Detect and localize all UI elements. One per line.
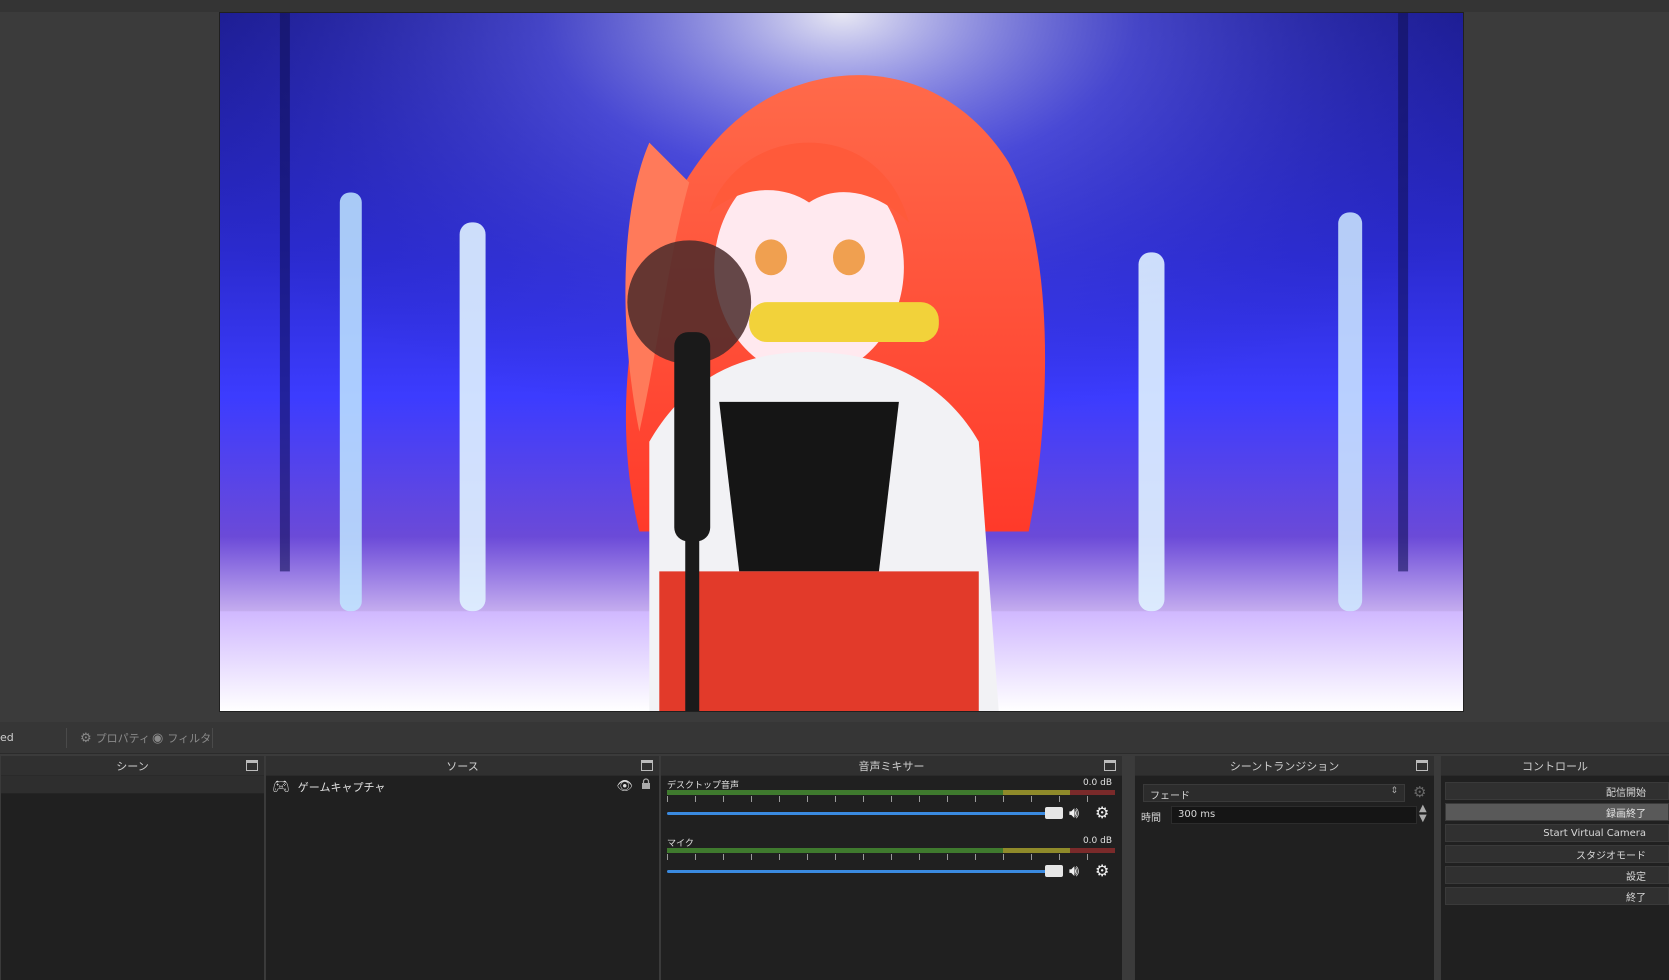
scenes-dock-title: シーン: [1, 756, 264, 776]
visibility-eye-icon[interactable]: 👁︎: [616, 779, 633, 794]
scenes-title-text: シーン: [116, 759, 149, 773]
toolbar-divider: [66, 728, 67, 748]
button-label: 録画終了: [1606, 808, 1646, 820]
controls-title-text: コントロール: [1522, 759, 1588, 773]
properties-button[interactable]: ⚙ プロパティ: [76, 728, 154, 748]
mixer-dock-title: 音声ミキサー: [661, 756, 1122, 776]
controls-dock-title: コントロール: [1441, 756, 1669, 776]
sources-title-text: ソース: [446, 759, 479, 773]
duration-field[interactable]: 300 ms: [1171, 806, 1417, 824]
undock-icon[interactable]: [246, 760, 258, 771]
button-label: 終了: [1626, 892, 1646, 904]
volume-fader-track[interactable]: [667, 812, 1059, 815]
gear-icon[interactable]: ⚙: [1095, 803, 1109, 822]
mixer-track-mic: マイク 0.0 dB 🔊︎ ⚙: [661, 834, 1122, 892]
mixer-title-text: 音声ミキサー: [858, 759, 925, 773]
button-label: スタジオモード: [1576, 850, 1646, 862]
volume-meter: [667, 848, 1115, 853]
toolbar-divider: [212, 728, 213, 748]
controls-dock: コントロール 配信開始 録画終了 Start Virtual Camera スタ…: [1440, 756, 1669, 980]
track-db: 0.0 dB: [1082, 778, 1112, 788]
lock-icon[interactable]: [641, 778, 651, 790]
transition-select[interactable]: フェード ⇕: [1143, 784, 1405, 802]
gear-icon[interactable]: ⚙: [1413, 783, 1426, 801]
undock-icon[interactable]: [1104, 760, 1116, 771]
duration-label: 時間: [1141, 813, 1161, 824]
source-item[interactable]: 🎮︎ ゲームキャプチャ 👁︎: [266, 776, 659, 798]
sources-dock: ソース 🎮︎ ゲームキャプチャ 👁︎: [265, 756, 659, 980]
scenes-dock: シーン: [0, 756, 264, 980]
undock-icon[interactable]: [641, 760, 653, 771]
transitions-dock-title: シーントランジション: [1135, 756, 1434, 776]
volume-fader-handle[interactable]: [1045, 865, 1063, 877]
studio-mode-button[interactable]: スタジオモード: [1445, 845, 1669, 863]
start-virtual-camera-button[interactable]: Start Virtual Camera: [1445, 824, 1669, 842]
speaker-icon[interactable]: 🔊︎: [1069, 861, 1079, 881]
filter-icon: ◉: [152, 730, 164, 746]
transitions-title-text: シーントランジション: [1229, 759, 1340, 773]
volume-fader-track[interactable]: [667, 870, 1059, 873]
gamepad-icon: 🎮︎: [272, 779, 290, 795]
undock-icon[interactable]: [1416, 760, 1428, 771]
properties-label: プロパティ: [95, 732, 150, 745]
chevron-updown-icon: ⇕: [1390, 786, 1398, 796]
filters-label: フィルタ: [167, 732, 212, 745]
duration-value: 300 ms: [1178, 809, 1216, 820]
current-scene-name: ed: [0, 731, 14, 744]
meter-ticks: [667, 796, 1115, 802]
start-streaming-button[interactable]: 配信開始: [1445, 782, 1669, 800]
stop-recording-button[interactable]: 録画終了: [1445, 803, 1669, 821]
meter-ticks: [667, 854, 1115, 860]
button-label: Start Virtual Camera: [1543, 827, 1646, 839]
filters-button[interactable]: ◉ フィルタ: [148, 728, 215, 748]
volume-meter: [667, 790, 1115, 795]
scene-toolbar: ed ⚙ プロパティ ◉ フィルタ: [0, 722, 1669, 754]
volume-fader-handle[interactable]: [1045, 807, 1063, 819]
gear-icon: ⚙: [80, 730, 92, 746]
gear-icon[interactable]: ⚙: [1095, 861, 1109, 880]
button-label: 配信開始: [1606, 787, 1646, 799]
preview-canvas[interactable]: [219, 12, 1464, 712]
scene-transitions-dock: シーントランジション フェード ⇕ ⚙ 時間 300 ms ▲ ▼: [1134, 756, 1434, 980]
track-db: 0.0 dB: [1082, 836, 1112, 846]
exit-button[interactable]: 終了: [1445, 887, 1669, 905]
speaker-icon[interactable]: 🔊︎: [1069, 803, 1079, 823]
top-strip: [0, 0, 1669, 12]
button-label: 設定: [1626, 871, 1646, 883]
scene-list-item[interactable]: [1, 776, 264, 794]
audio-mixer-dock: 音声ミキサー デスクトップ音声 0.0 dB 🔊︎ ⚙ マイク 0.0 dB 🔊…: [660, 756, 1122, 980]
sources-dock-title: ソース: [266, 756, 659, 776]
mixer-track-desktop-audio: デスクトップ音声 0.0 dB 🔊︎ ⚙: [661, 776, 1122, 834]
preview-scene-art: [220, 13, 1463, 711]
settings-button[interactable]: 設定: [1445, 866, 1669, 884]
transition-selected-value: フェード: [1150, 791, 1190, 802]
duration-spinner-icon[interactable]: ▲ ▼: [1419, 804, 1427, 824]
source-item-label: ゲームキャプチャ: [297, 781, 386, 794]
